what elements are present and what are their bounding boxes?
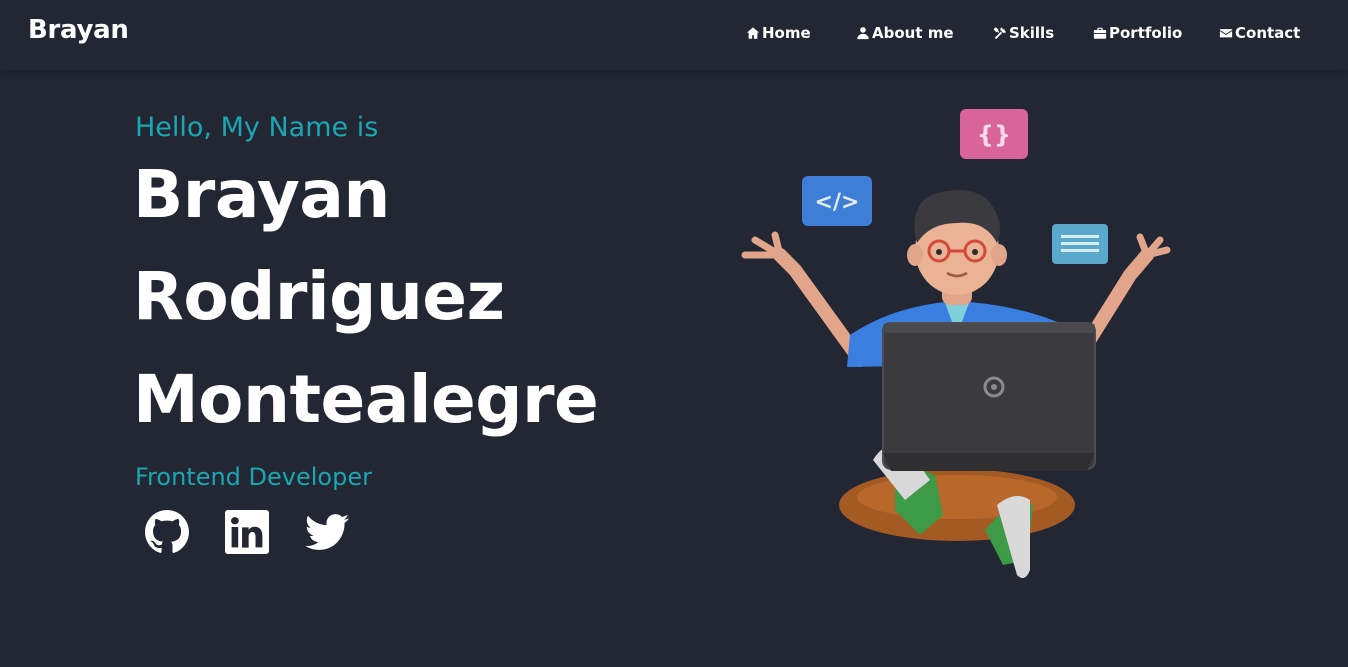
hero-role: Frontend Developer: [135, 463, 372, 491]
briefcase-icon: [1093, 27, 1107, 39]
hero-greeting: Hello, My Name is: [135, 112, 379, 143]
nav-link-home[interactable]: Home: [746, 24, 811, 42]
nav-link-label: Home: [762, 24, 811, 42]
nav-link-label: Contact: [1235, 24, 1301, 42]
github-link[interactable]: [145, 510, 189, 554]
hero-name-last: Montealegre: [133, 361, 599, 438]
brand-logo[interactable]: Brayan: [28, 15, 129, 45]
user-icon: [857, 27, 869, 40]
nav-link-label: About me: [872, 24, 954, 42]
nav-link-about[interactable]: About me: [856, 24, 954, 42]
nav-link-portfolio[interactable]: Portfolio: [1093, 24, 1182, 42]
developer-with-laptop-illustration: {} </>: [741, 109, 1171, 579]
svg-text:{}: {}: [977, 121, 1011, 149]
linkedin-icon: [225, 510, 269, 554]
svg-text:</>: </>: [815, 190, 860, 215]
nav-link-skills[interactable]: Skills: [993, 24, 1054, 42]
hero-name-first: Brayan: [133, 156, 390, 233]
hero-name-middle: Rodriguez: [133, 258, 505, 335]
nav-link-contact[interactable]: Contact: [1219, 24, 1300, 42]
nav-link-label: Skills: [1009, 24, 1055, 42]
envelope-icon: [1219, 29, 1233, 38]
navbar: Brayan Home About me Skills Portfolio Co…: [0, 0, 1348, 70]
tools-icon: [993, 27, 1007, 40]
linkedin-link[interactable]: [225, 510, 269, 554]
twitter-icon: [305, 514, 349, 550]
home-icon: [746, 27, 760, 39]
code-card-icon: </>: [802, 176, 872, 226]
github-icon: [145, 510, 189, 553]
list-card-icon: [1052, 224, 1108, 264]
braces-card-icon: {}: [960, 109, 1028, 159]
twitter-link[interactable]: [305, 510, 349, 554]
hero-section: Hello, My Name is Brayan Rodriguez Monte…: [0, 70, 1348, 667]
nav-link-label: Portfolio: [1109, 24, 1183, 42]
